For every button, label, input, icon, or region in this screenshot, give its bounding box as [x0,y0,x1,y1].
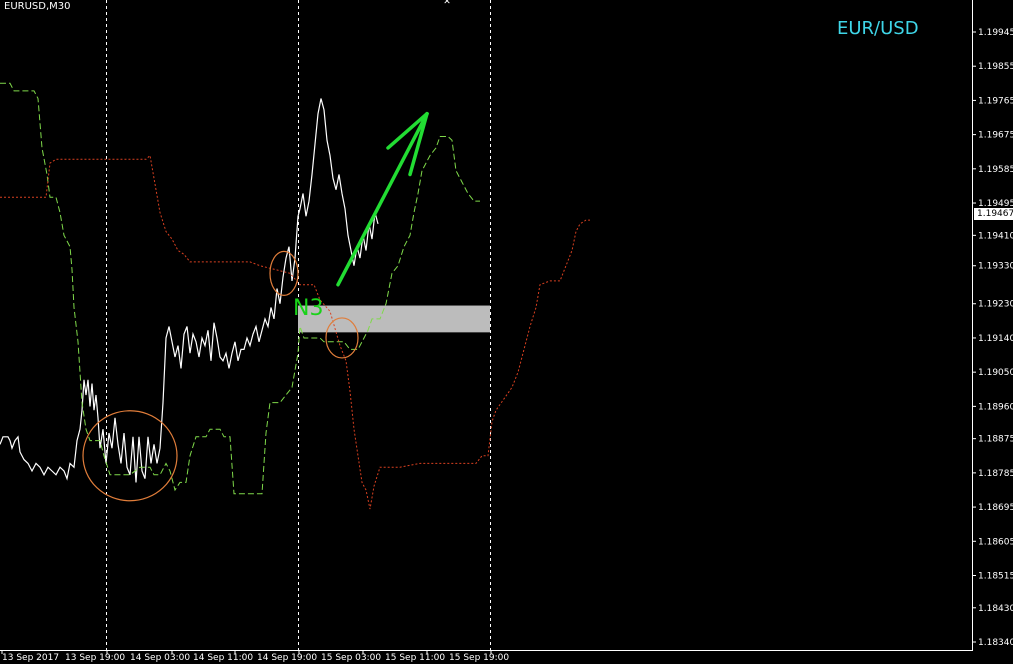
time-tick-label: 14 Sep 11:00 [193,653,253,663]
time-tick-label: 15 Sep 11:00 [385,653,445,663]
price-chart: 1.19945 1.19855 1.19765 1.19675 1.19585 1.194… [0,0,1013,664]
crosshair-mark: ✕ [443,0,451,7]
price-tick-label: 1.18785 [978,469,1013,479]
price-tick-label: 1.19855 [978,62,1013,72]
price-tick-label: 1.18430 [978,604,1013,614]
time-tick-label: 14 Sep 03:00 [130,653,190,663]
chart-background [0,0,1013,664]
symbol-label: EURUSD,M30 [4,1,71,12]
time-tick-label: 15 Sep 03:00 [321,653,381,663]
price-tick-label: 1.18605 [978,537,1013,547]
time-tick-label: 14 Sep 19:00 [257,653,317,663]
support-zone [298,305,490,333]
price-tick-label: 1.19585 [978,165,1013,175]
price-tick-label: 1.19675 [978,131,1013,141]
price-tick-label: 1.19765 [978,96,1013,106]
time-tick-label: 13 Sep 2017 [2,653,59,663]
price-tick-label: 1.19410 [978,231,1013,241]
price-tick-label: 1.18695 [978,503,1013,513]
price-tick-label: 1.19140 [978,334,1013,344]
price-tick-label: 1.18875 [978,435,1013,445]
price-tick-label: 1.19050 [978,368,1013,378]
price-tick-label: 1.18515 [978,571,1013,581]
time-tick-label: 13 Sep 19:00 [65,653,125,663]
current-price-label: 1.19467 [974,208,1013,220]
pair-title: EUR/USD [837,18,919,39]
price-tick-label: 1.19330 [978,262,1013,272]
zone-label: N3 [293,296,324,321]
price-tick-label: 1.18960 [978,402,1013,412]
price-tick-label: 1.18340 [978,638,1013,648]
price-tick-label: 1.19230 [978,300,1013,310]
price-tick-label: 1.19945 [978,28,1013,38]
time-tick-label: 15 Sep 19:00 [449,653,509,663]
